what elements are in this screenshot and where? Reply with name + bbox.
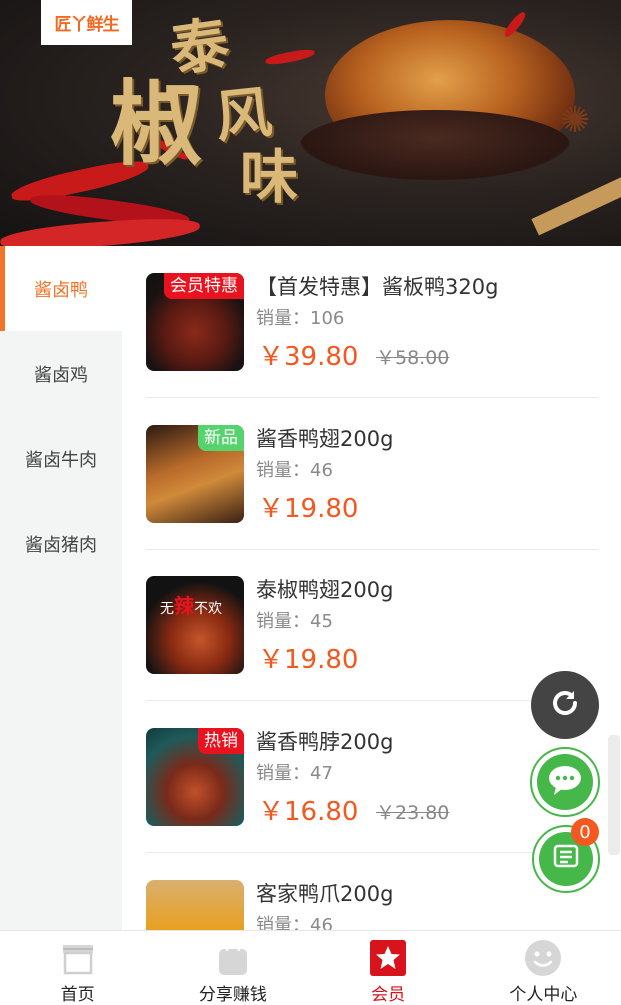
sales-label: 销量： <box>256 763 310 784</box>
caption-prefix: 无 <box>160 601 174 617</box>
sidebar-item-label: 酱卤鸡 <box>34 364 88 386</box>
sales-count: 46 <box>310 460 333 481</box>
product-name[interactable]: 【首发特惠】酱板鸭320g <box>256 271 498 301</box>
product-sales: 销量：46 <box>256 456 333 482</box>
tab-member[interactable]: 会员 <box>311 931 466 1005</box>
product-original-price: ￥23.80 <box>376 802 450 824</box>
product-original-price: ￥58.00 <box>376 347 450 369</box>
product-sales: 销量：47 <box>256 759 333 785</box>
tab-label: 会员 <box>371 985 406 1005</box>
tab-profile[interactable]: 个人中心 <box>466 931 621 1005</box>
sales-count: 106 <box>310 308 345 329</box>
sales-count: 47 <box>310 763 333 784</box>
product-price: ￥19.80 <box>258 494 359 524</box>
refresh-icon <box>547 685 583 725</box>
member-star-icon <box>368 938 408 978</box>
sidebar-item-label: 酱卤牛肉 <box>25 449 97 471</box>
store-icon <box>58 938 98 978</box>
scrollbar[interactable] <box>608 735 620 855</box>
banner-headline-char: 味 <box>240 143 299 211</box>
tab-label: 首页 <box>60 985 95 1005</box>
category-sidebar: 酱卤鸭 酱卤鸡 酱卤牛肉 酱卤猪肉 <box>0 246 122 930</box>
product-name[interactable]: 酱香鸭脖200g <box>256 726 393 756</box>
product-card[interactable]: 客家鸭爪200g 销量：46 <box>146 853 598 930</box>
shopping-bag-icon <box>213 938 253 978</box>
product-image[interactable]: 会员特惠 <box>146 273 244 371</box>
sales-count: 45 <box>310 611 333 632</box>
customer-service-button[interactable] <box>530 747 600 817</box>
product-image[interactable] <box>146 880 244 930</box>
sales-label: 销量： <box>256 308 310 329</box>
brand-logo: 匠丫鲜生 <box>41 0 132 45</box>
tab-share-earn[interactable]: 分享赚钱 <box>155 931 310 1005</box>
product-sales: 销量：45 <box>256 607 333 633</box>
product-price: ￥39.80 <box>258 342 359 372</box>
caption-suffix: 不欢 <box>194 601 222 617</box>
product-price: ￥19.80 <box>258 645 359 675</box>
sales-label: 销量： <box>256 460 310 481</box>
sidebar-item-label: 酱卤猪肉 <box>25 534 97 556</box>
sidebar-item-pork[interactable]: 酱卤猪肉 <box>0 501 122 586</box>
tab-home[interactable]: 首页 <box>0 931 155 1005</box>
product-image-caption: 无辣不欢 <box>160 590 222 619</box>
product-list: 会员特惠 【首发特惠】酱板鸭320g 销量：106 ￥39.80 ￥58.00 … <box>122 246 621 930</box>
sidebar-item-beef[interactable]: 酱卤牛肉 <box>0 416 122 501</box>
tab-label: 分享赚钱 <box>198 985 267 1005</box>
product-card[interactable]: 会员特惠 【首发特惠】酱板鸭320g 销量：106 ￥39.80 ￥58.00 <box>146 246 598 398</box>
sales-label: 销量： <box>256 915 310 930</box>
chili-decoration <box>264 47 316 67</box>
banner-headline-char: 椒 <box>110 70 203 178</box>
product-price: ￥16.80 <box>258 797 359 827</box>
product-card[interactable]: 无辣不欢 泰椒鸭翅200g 销量：45 ￥19.80 <box>146 549 598 701</box>
banner-plate-image <box>300 110 570 180</box>
brand-logo-text: 匠丫鲜生 <box>54 15 120 35</box>
product-card[interactable]: 新品 酱香鸭翅200g 销量：46 ￥19.80 <box>146 398 598 550</box>
page: ✺ 泰 椒 风 味 匠丫鲜生 酱卤鸭 酱卤鸡 酱卤牛肉 酱卤猪肉 会员特惠 【首… <box>0 0 621 1005</box>
product-tag: 热销 <box>198 728 244 754</box>
chat-button-inner <box>537 754 593 810</box>
promo-banner[interactable]: ✺ 泰 椒 风 味 匠丫鲜生 <box>0 0 621 246</box>
product-tag: 新品 <box>198 425 244 451</box>
chat-bubble-icon <box>546 763 584 801</box>
product-name[interactable]: 酱香鸭翅200g <box>256 423 393 453</box>
sales-count: 46 <box>310 915 333 930</box>
product-name[interactable]: 泰椒鸭翅200g <box>256 574 393 604</box>
product-image[interactable]: 热销 <box>146 728 244 826</box>
tab-label: 个人中心 <box>509 985 578 1005</box>
product-image[interactable]: 无辣不欢 <box>146 576 244 674</box>
wood-board-decoration <box>531 172 621 236</box>
smiley-icon <box>523 938 563 978</box>
chili-decoration <box>0 215 201 246</box>
product-sales: 销量：46 <box>256 911 333 930</box>
product-image[interactable]: 新品 <box>146 425 244 523</box>
star-anise-icon: ✺ <box>560 100 591 141</box>
product-name[interactable]: 客家鸭爪200g <box>256 878 393 908</box>
bottom-tab-bar: 首页 分享赚钱 会员 个人中心 <box>0 930 621 1005</box>
sidebar-item-chicken[interactable]: 酱卤鸡 <box>0 331 122 416</box>
sales-label: 销量： <box>256 611 310 632</box>
cart-list-icon <box>550 841 582 877</box>
sidebar-item-label: 酱卤鸭 <box>34 279 88 301</box>
sidebar-item-duck[interactable]: 酱卤鸭 <box>0 246 122 331</box>
caption-highlight: 辣 <box>174 594 194 618</box>
cart-count-badge: 0 <box>571 818 599 846</box>
product-tag: 会员特惠 <box>164 273 244 299</box>
refresh-button[interactable] <box>531 671 599 739</box>
product-sales: 销量：106 <box>256 304 344 330</box>
